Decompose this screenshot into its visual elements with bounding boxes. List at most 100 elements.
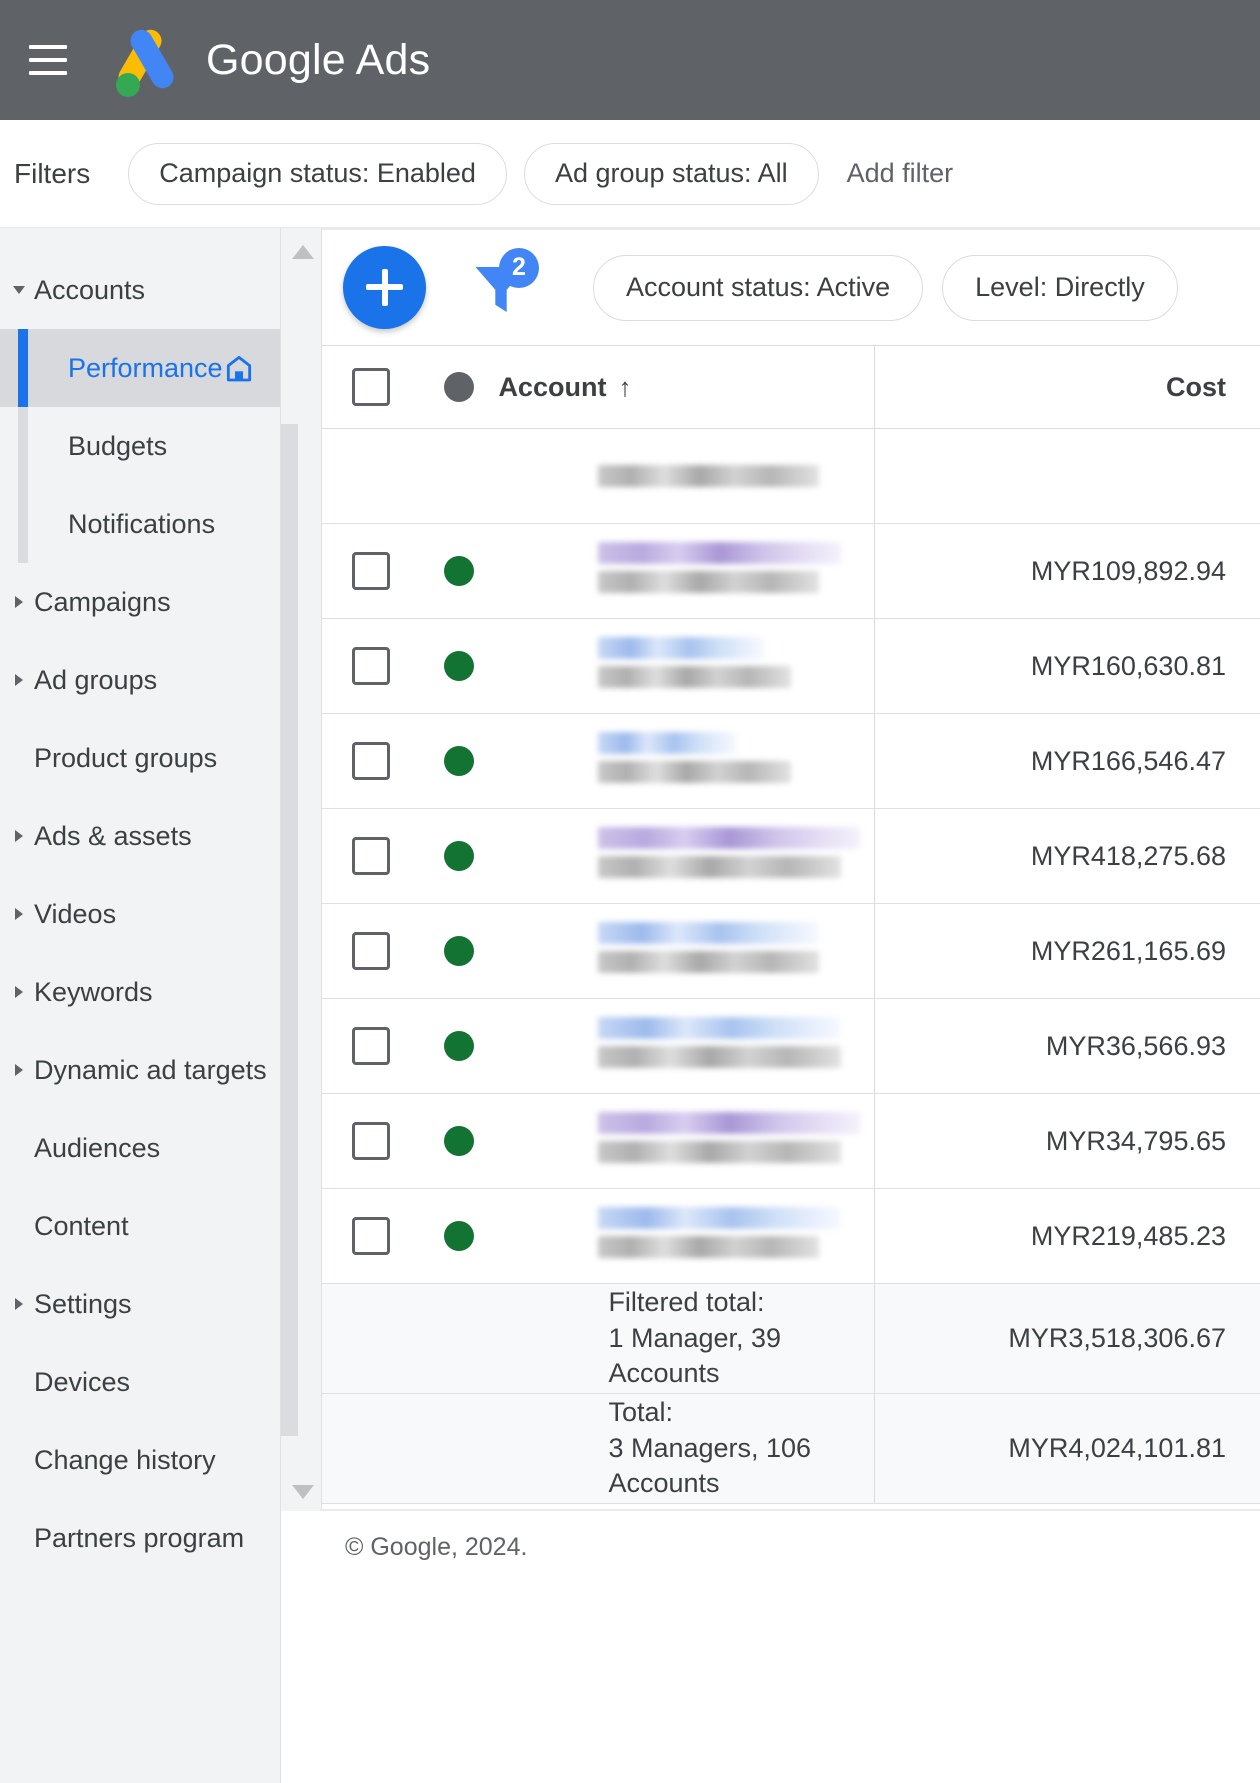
table-header: Account ↑ Cost <box>322 345 1260 429</box>
scroll-up-icon[interactable] <box>292 245 314 259</box>
row-checkbox[interactable] <box>351 837 390 875</box>
sidebar-subgroup-accounts: Performance Budgets Notifications <box>0 329 280 563</box>
chevron-right-icon <box>4 1298 34 1310</box>
hamburger-menu-icon[interactable] <box>20 32 76 88</box>
grand-total-label-cell: Total: 3 Managers, 106 Accounts <box>498 1393 875 1504</box>
status-dot-header-icon[interactable] <box>443 372 474 402</box>
grand-total-cost: MYR4,024,101.81 <box>874 1393 1260 1504</box>
redaction-bar <box>598 666 792 688</box>
sidebar-item-budgets[interactable]: Budgets <box>0 407 280 485</box>
status-dot-enabled-icon <box>443 1126 474 1156</box>
sidebar-item-label: Audiences <box>34 1132 161 1163</box>
row-checkbox[interactable] <box>351 647 390 685</box>
table-row[interactable]: MYR166,546.47 <box>322 713 1260 809</box>
table-row[interactable]: MYR418,275.68 <box>322 808 1260 904</box>
select-all-checkbox[interactable] <box>351 368 390 406</box>
sidebar-item-product-groups[interactable]: Product groups <box>0 719 280 797</box>
redaction-bar <box>598 1236 819 1258</box>
sidebar-item-label: Product groups <box>34 742 218 773</box>
row-checkbox[interactable] <box>351 1217 390 1255</box>
row-account-cell <box>498 523 875 619</box>
chip-account-status[interactable]: Account status: Active <box>593 254 924 321</box>
sidebar-item-accounts[interactable]: Accounts <box>0 251 280 329</box>
grand-total-title: Total: <box>608 1397 673 1428</box>
sidebar-item-label: Ad groups <box>34 664 158 695</box>
table-row[interactable] <box>322 428 1260 524</box>
filter-chip-ad-group-status[interactable]: Ad group status: All <box>523 142 819 205</box>
row-cost-cell: MYR160,630.81 <box>874 618 1260 714</box>
row-checkbox[interactable] <box>351 742 390 780</box>
accounts-table: Account ↑ Cost MYR109,892.94 MYR160,630.… <box>322 345 1260 1504</box>
hamburger-line <box>29 45 67 49</box>
sidebar-item-ad-groups[interactable]: Ad groups <box>0 641 280 719</box>
table-row[interactable]: MYR34,795.65 <box>322 1093 1260 1189</box>
cost-column-header[interactable]: Cost <box>874 345 1260 429</box>
sidebar-item-ads-and-assets[interactable]: Ads & assets <box>0 797 280 875</box>
sidebar-item-videos[interactable]: Videos <box>0 875 280 953</box>
row-cost-cell: MYR166,546.47 <box>874 713 1260 809</box>
table-row[interactable]: MYR219,485.23 <box>322 1188 1260 1284</box>
table-row[interactable]: MYR109,892.94 <box>322 523 1260 619</box>
status-dot-enabled-icon <box>443 1221 474 1251</box>
account-name-redacted <box>498 465 874 487</box>
table-row[interactable]: MYR261,165.69 <box>322 903 1260 999</box>
table-header-row: Account ↑ Cost <box>322 345 1260 429</box>
row-account-cell <box>498 998 875 1094</box>
account-name-redacted <box>498 542 874 593</box>
add-filter-link[interactable]: Add filter <box>847 158 954 189</box>
filter-funnel-icon[interactable]: 2 <box>465 247 539 324</box>
table-toolbar: 2 Account status: Active Level: Directly <box>322 230 1260 345</box>
status-dot-enabled-icon <box>443 556 474 586</box>
account-column-header[interactable]: Account ↑ <box>498 345 875 429</box>
table-row[interactable]: MYR36,566.93 <box>322 998 1260 1094</box>
chevron-right-icon <box>4 830 34 842</box>
redaction-bar <box>598 542 842 564</box>
sidebar-item-partners-program[interactable]: Partners program <box>0 1499 280 1577</box>
grand-total-row: Total: 3 Managers, 106 Accounts MYR4,024… <box>322 1393 1260 1504</box>
sidebar-top-spacer <box>0 228 280 251</box>
sidebar-item-keywords[interactable]: Keywords <box>0 953 280 1031</box>
row-cost-cell: MYR109,892.94 <box>874 523 1260 619</box>
sidebar-item-dynamic-ad-targets[interactable]: Dynamic ad targets <box>0 1031 280 1109</box>
copyright-text: © Google, 2024. <box>345 1533 528 1561</box>
scroll-down-icon[interactable] <box>292 1485 314 1499</box>
row-checkbox[interactable] <box>351 932 390 970</box>
sidebar-item-audiences[interactable]: Audiences <box>0 1109 280 1187</box>
accounts-panel: 2 Account status: Active Level: Directly <box>322 228 1260 1511</box>
table-body: MYR109,892.94 MYR160,630.81 MYR166,546.4… <box>322 428 1260 1504</box>
sidebar-item-content[interactable]: Content <box>0 1187 280 1265</box>
status-dot-enabled-icon <box>443 1031 474 1061</box>
table-row[interactable]: MYR160,630.81 <box>322 618 1260 714</box>
redaction-bar <box>598 1207 842 1229</box>
sidebar-item-campaigns[interactable]: Campaigns <box>0 563 280 641</box>
add-account-button[interactable] <box>343 246 426 329</box>
status-dot-enabled-icon <box>443 936 474 966</box>
row-account-cell <box>498 903 875 999</box>
redaction-bar <box>598 827 861 849</box>
sidebar-item-performance[interactable]: Performance <box>0 329 280 407</box>
row-account-cell <box>498 618 875 714</box>
sidebar-item-settings[interactable]: Settings <box>0 1265 280 1343</box>
sidebar-item-change-history[interactable]: Change history <box>0 1421 280 1499</box>
sidebar-item-notifications[interactable]: Notifications <box>0 485 280 563</box>
account-name-redacted <box>498 1017 874 1068</box>
row-checkbox[interactable] <box>351 552 390 590</box>
filter-count-badge: 2 <box>499 247 539 288</box>
chevron-right-icon <box>4 674 34 686</box>
filtered-total-label-cell: Filtered total: 1 Manager, 39 Accounts <box>498 1283 875 1394</box>
row-checkbox[interactable] <box>351 1027 390 1065</box>
chip-level[interactable]: Level: Directly <box>942 254 1178 321</box>
filtered-total-cost: MYR3,518,306.67 <box>874 1283 1260 1394</box>
row-checkbox[interactable] <box>351 1122 390 1160</box>
grand-total-status-cell <box>419 1393 499 1504</box>
sidebar-item-devices[interactable]: Devices <box>0 1343 280 1421</box>
scrollbar-thumb[interactable] <box>281 424 298 1436</box>
sidebar-item-label: Partners program <box>34 1522 245 1553</box>
row-cost-cell: MYR261,165.69 <box>874 903 1260 999</box>
row-status-cell <box>419 1188 499 1284</box>
table-vertical-scrollbar[interactable] <box>281 228 322 1511</box>
chevron-right-icon <box>4 1064 34 1076</box>
filter-chip-campaign-status[interactable]: Campaign status: Enabled <box>128 142 507 205</box>
redaction-bar <box>598 637 764 659</box>
row-status-cell <box>419 1093 499 1189</box>
